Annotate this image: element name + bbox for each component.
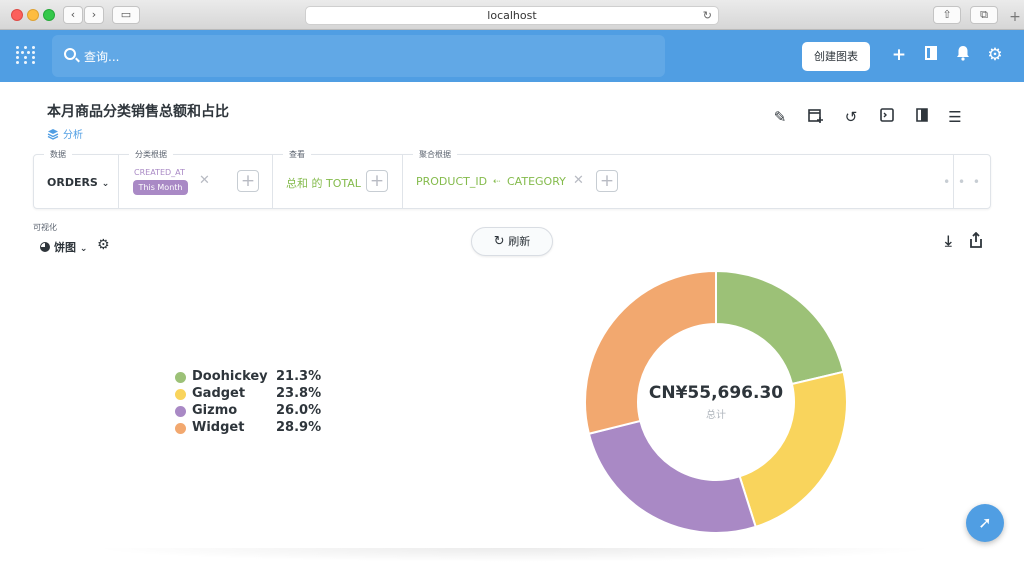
share-button[interactable]: ⇧: [933, 6, 961, 24]
tabs-icon: ⧉: [980, 8, 988, 21]
legend-percent: 21.3%: [276, 369, 322, 384]
add-metric-button[interactable]: +: [366, 170, 388, 192]
chevron-down-icon: ⌄: [101, 179, 110, 189]
chart-total-label: 总计: [706, 410, 726, 421]
new-tab-button[interactable]: +: [1006, 8, 1024, 26]
table-name: ORDERS: [47, 176, 98, 189]
legend-swatch: [175, 423, 186, 434]
close-window-button[interactable]: [11, 9, 23, 21]
view-label: 查看: [283, 149, 311, 160]
pie-chart-icon: [40, 242, 50, 252]
pie-slice-doohickey[interactable]: [715, 269, 845, 386]
filter-section: 分类根据 CREATED_AT This Month ✕ +: [119, 149, 273, 208]
sidebar-toggle-button[interactable]: ▭: [112, 6, 140, 24]
table-selector[interactable]: ORDERS ⌄: [47, 176, 109, 189]
chevron-right-icon: ›: [91, 8, 97, 21]
fk-arrow-icon: ⇠: [493, 177, 501, 187]
search-input[interactable]: 查询...: [52, 35, 665, 77]
legend-percent: 23.8%: [276, 386, 322, 401]
refresh-button[interactable]: ↻ 刷新: [471, 227, 553, 256]
back-button[interactable]: ‹: [63, 6, 83, 24]
collection-link[interactable]: 分析: [47, 126, 83, 141]
bell-icon[interactable]: [953, 45, 973, 65]
chevron-left-icon: ‹: [70, 8, 76, 21]
history-icon[interactable]: ↺: [842, 108, 860, 126]
legend-label: Gadget: [192, 386, 246, 401]
group-section: 聚合根据 PRODUCT_ID ⇠ CATEGORY ✕ +: [403, 149, 954, 208]
legend-label: Gizmo: [192, 403, 238, 418]
metric-selector[interactable]: 总和 的 TOTAL: [286, 175, 361, 191]
add-icon[interactable]: +: [889, 45, 909, 65]
metabase-logo-icon[interactable]: [16, 46, 36, 66]
share-icon[interactable]: [969, 231, 983, 252]
forward-button[interactable]: ›: [84, 6, 104, 24]
more-options-button[interactable]: • • •: [943, 175, 982, 189]
top-navigation: 查询... 创建图表 + ⚙: [0, 30, 1024, 82]
url-text: localhost: [487, 9, 537, 22]
legend-percent: 26.0%: [276, 403, 322, 418]
layers-icon: [47, 128, 59, 140]
view-section: 查看 总和 的 TOTAL +: [273, 149, 403, 208]
pie-slice-gizmo[interactable]: [587, 419, 757, 534]
group-label: 聚合根据: [413, 149, 457, 160]
legend-percent: 28.9%: [276, 420, 322, 435]
group-field-product-id[interactable]: PRODUCT_ID: [416, 175, 487, 188]
search-placeholder: 查询...: [84, 50, 120, 64]
legend-swatch: [175, 389, 186, 400]
visualization-settings-gear-icon[interactable]: ⚙: [97, 237, 110, 253]
data-section: 数据 ORDERS ⌄: [34, 149, 119, 208]
embed-icon[interactable]: [878, 108, 896, 126]
legend-swatch: [175, 406, 186, 417]
tabs-overview-button[interactable]: ⧉: [970, 6, 998, 24]
group-field-category[interactable]: CATEGORY: [507, 175, 566, 188]
legend-label: Widget: [192, 420, 245, 435]
gear-icon[interactable]: ⚙: [985, 45, 1005, 65]
visualization-label: 可视化: [33, 223, 57, 232]
chart-total-value: CN¥55,696.30: [648, 383, 784, 403]
reload-icon[interactable]: ↻: [703, 7, 712, 24]
address-bar[interactable]: localhost ↻: [305, 6, 719, 25]
bookmark-nav-icon[interactable]: [921, 45, 941, 65]
search-icon: [64, 48, 76, 60]
add-filter-button[interactable]: +: [237, 170, 259, 192]
sidebar-icon: ▭: [120, 8, 132, 21]
add-to-dashboard-icon[interactable]: [806, 108, 824, 126]
explore-compass-button[interactable]: ➚: [966, 504, 1004, 542]
share-icon: ⇧: [942, 8, 952, 21]
refresh-icon: ↻: [493, 234, 505, 249]
compass-icon: ➚: [978, 513, 992, 532]
page-title: 本月商品分类销售总额和占比: [47, 104, 229, 120]
visualization-type: 饼图: [54, 241, 76, 254]
filter-label: 分类根据: [129, 149, 173, 160]
data-label: 数据: [44, 149, 72, 160]
footer-shadow: [90, 548, 940, 562]
collection-name: 分析: [63, 130, 83, 141]
remove-filter-icon[interactable]: ✕: [199, 173, 210, 188]
chevron-down-icon: ⌄: [79, 244, 88, 254]
minimize-window-button[interactable]: [27, 9, 39, 21]
bookmark-icon[interactable]: [913, 108, 931, 126]
add-group-button[interactable]: +: [596, 170, 618, 192]
legend-swatch: [175, 372, 186, 383]
menu-icon[interactable]: ☰: [946, 108, 964, 126]
create-question-button[interactable]: 创建图表: [802, 42, 870, 71]
refresh-label: 刷新: [508, 235, 531, 248]
legend-label: Doohickey: [192, 369, 268, 384]
zoom-window-button[interactable]: [43, 9, 55, 21]
query-builder: 数据 ORDERS ⌄ 分类根据 CREATED_AT This Month ✕…: [33, 149, 991, 209]
filter-field[interactable]: CREATED_AT: [134, 168, 185, 177]
pencil-icon[interactable]: ✎: [771, 108, 789, 126]
remove-group-icon[interactable]: ✕: [573, 173, 584, 188]
filter-value-pill[interactable]: This Month: [133, 180, 188, 195]
browser-toolbar: ‹ › ▭ localhost ↻ ⇧ ⧉ +: [0, 0, 1024, 30]
visualization-selector[interactable]: 饼图 ⌄: [40, 239, 87, 255]
download-icon[interactable]: ⤓: [945, 232, 952, 250]
